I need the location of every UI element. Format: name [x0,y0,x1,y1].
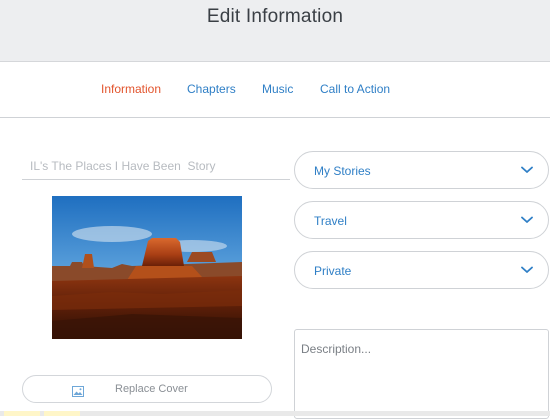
page-title: Edit Information [206,6,344,27]
story-title-input[interactable] [22,152,290,180]
chevron-down-icon [521,266,533,273]
taskbar-segment [44,411,80,416]
chevron-down-icon [521,216,533,223]
collection-select-value: My Stories [314,164,371,178]
privacy-select[interactable]: Private [294,251,549,289]
page-header: Edit Information [0,0,550,62]
privacy-select-value: Private [314,264,352,278]
replace-cover-label: Replace Cover [115,383,188,395]
description-field[interactable] [294,329,549,419]
tab-information[interactable]: Information [101,82,161,96]
tab-call-to-action[interactable]: Call to Action [320,82,390,96]
cover-image [52,196,242,339]
bottom-strip [0,411,550,416]
replace-cover-button[interactable]: Replace Cover [22,375,272,403]
image-icon [72,384,84,397]
collection-select[interactable]: My Stories [294,151,549,189]
category-select-value: Travel [314,214,347,228]
tab-chapters[interactable]: Chapters [187,82,236,96]
cover-landscape-illustration [52,196,242,339]
tab-bar: Information Chapters Music Call to Actio… [0,62,550,118]
chevron-down-icon [521,166,533,173]
category-select[interactable]: Travel [294,201,549,239]
tab-music[interactable]: Music [262,82,293,96]
taskbar-segment [4,411,40,416]
